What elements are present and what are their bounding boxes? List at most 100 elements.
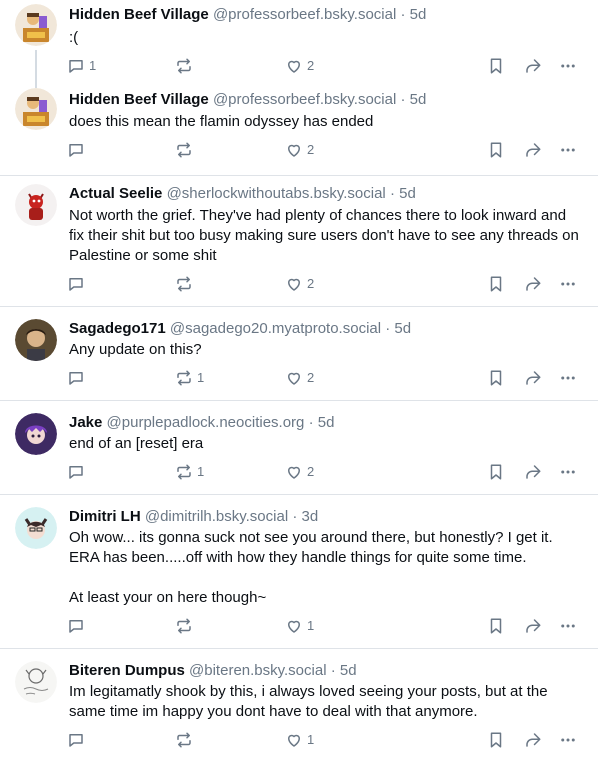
timestamp[interactable]: 5d — [410, 91, 427, 108]
post-7[interactable]: Biteren Dumpus @biteren.bsky.social · 5d… — [0, 649, 598, 761]
post-5[interactable]: Jake @purplepadlock.neocities.org · 5d e… — [0, 401, 598, 494]
share-icon — [526, 277, 541, 291]
post-text: Any update on this? — [69, 340, 584, 360]
author-name[interactable]: Actual Seelie — [69, 185, 162, 202]
repost-button[interactable] — [175, 140, 197, 160]
reply-button[interactable] — [67, 274, 89, 294]
repost-button[interactable] — [175, 274, 197, 294]
repost-button[interactable]: 1 — [175, 462, 204, 482]
bookmark-icon — [490, 276, 502, 292]
post-text: Not worth the grief. They've had plenty … — [69, 206, 584, 266]
more-options-button[interactable] — [559, 368, 577, 388]
author-handle[interactable]: @sagadego20.myatproto.social — [170, 320, 381, 337]
repost-button[interactable] — [175, 56, 197, 76]
timestamp[interactable]: 5d — [340, 662, 357, 679]
avatar[interactable] — [15, 413, 57, 455]
avatar[interactable] — [15, 88, 57, 130]
author-handle[interactable]: @biteren.bsky.social — [189, 662, 327, 679]
post-1[interactable]: Hidden Beef Village @professorbeef.bsky.… — [0, 0, 598, 88]
author-name[interactable]: Hidden Beef Village — [69, 91, 209, 108]
like-button[interactable]: 1 — [285, 730, 314, 750]
bookmark-button[interactable] — [487, 616, 505, 636]
bookmark-button[interactable] — [487, 368, 505, 388]
post-3[interactable]: Actual Seelie @sherlockwithoutabs.bsky.s… — [0, 176, 598, 306]
more-options-button[interactable] — [559, 730, 577, 750]
reply-button[interactable] — [67, 462, 89, 482]
avatar[interactable] — [15, 184, 57, 226]
repost-count: 1 — [197, 464, 205, 479]
bookmark-button[interactable] — [487, 730, 505, 750]
share-button[interactable] — [524, 462, 542, 482]
bookmark-icon — [490, 618, 502, 634]
reply-icon — [69, 372, 83, 385]
author-name[interactable]: Jake — [69, 414, 102, 431]
author-name[interactable]: Dimitri LH — [69, 508, 141, 525]
reply-button[interactable] — [67, 730, 89, 750]
reply-count: 1 — [89, 58, 97, 73]
reply-button[interactable] — [67, 368, 89, 388]
author-handle[interactable]: @dimitrilh.bsky.social — [145, 508, 288, 525]
like-button[interactable]: 2 — [285, 56, 314, 76]
repost-icon — [177, 618, 191, 634]
separator: · — [308, 414, 314, 431]
author-handle[interactable]: @sherlockwithoutabs.bsky.social — [167, 185, 386, 202]
like-button[interactable]: 2 — [285, 140, 314, 160]
reply-button[interactable] — [67, 616, 89, 636]
post-actions: 2 — [67, 140, 587, 160]
timestamp[interactable]: 3d — [302, 508, 319, 525]
avatar[interactable] — [15, 661, 57, 703]
repost-icon — [177, 464, 191, 480]
timestamp[interactable]: 5d — [399, 185, 416, 202]
bookmark-button[interactable] — [487, 274, 505, 294]
repost-button[interactable] — [175, 730, 197, 750]
post-text-line: Im legitamatly shook by this, i always l… — [69, 683, 548, 720]
more-options-button[interactable] — [559, 274, 577, 294]
share-button[interactable] — [524, 730, 542, 750]
share-button[interactable] — [524, 140, 542, 160]
more-icon — [561, 470, 575, 474]
author-handle[interactable]: @professorbeef.bsky.social — [213, 91, 396, 108]
reply-button[interactable] — [67, 140, 89, 160]
separator: · — [330, 662, 336, 679]
post-text: does this mean the flamin odyssey has en… — [69, 112, 584, 132]
share-icon — [526, 465, 541, 479]
bookmark-button[interactable] — [487, 56, 505, 76]
like-button[interactable]: 2 — [285, 462, 314, 482]
avatar[interactable] — [15, 319, 57, 361]
like-button[interactable]: 2 — [285, 274, 314, 294]
reply-button[interactable]: 1 — [67, 56, 96, 76]
share-button[interactable] — [524, 368, 542, 388]
post-4[interactable]: Sagadego171 @sagadego20.myatproto.social… — [0, 307, 598, 400]
like-button[interactable]: 1 — [285, 616, 314, 636]
more-options-button[interactable] — [559, 140, 577, 160]
post-actions: 1 — [67, 616, 587, 636]
more-options-button[interactable] — [559, 462, 577, 482]
like-button[interactable]: 2 — [285, 368, 314, 388]
author-name[interactable]: Sagadego171 — [69, 320, 166, 337]
bookmark-button[interactable] — [487, 140, 505, 160]
share-button[interactable] — [524, 274, 542, 294]
timestamp[interactable]: 5d — [410, 6, 427, 23]
timestamp[interactable]: 5d — [318, 414, 335, 431]
repost-icon — [177, 276, 191, 292]
more-options-button[interactable] — [559, 616, 577, 636]
author-name[interactable]: Hidden Beef Village — [69, 6, 209, 23]
heart-icon — [288, 734, 300, 747]
share-button[interactable] — [524, 616, 542, 636]
repost-button[interactable] — [175, 616, 197, 636]
post-header: Hidden Beef Village @professorbeef.bsky.… — [69, 91, 426, 109]
bookmark-button[interactable] — [487, 462, 505, 482]
avatar[interactable] — [15, 4, 57, 46]
author-name[interactable]: Biteren Dumpus — [69, 662, 185, 679]
post-2[interactable]: Hidden Beef Village @professorbeef.bsky.… — [0, 88, 598, 176]
timestamp[interactable]: 5d — [394, 320, 411, 337]
post-6[interactable]: Dimitri LH @dimitrilh.bsky.social · 3d O… — [0, 495, 598, 648]
more-options-button[interactable] — [559, 56, 577, 76]
post-text: Im legitamatly shook by this, i always l… — [69, 682, 584, 722]
author-handle[interactable]: @professorbeef.bsky.social — [213, 6, 396, 23]
avatar[interactable] — [15, 507, 57, 549]
share-button[interactable] — [524, 56, 542, 76]
repost-count: 1 — [197, 370, 205, 385]
repost-button[interactable]: 1 — [175, 368, 204, 388]
author-handle[interactable]: @purplepadlock.neocities.org — [107, 414, 305, 431]
